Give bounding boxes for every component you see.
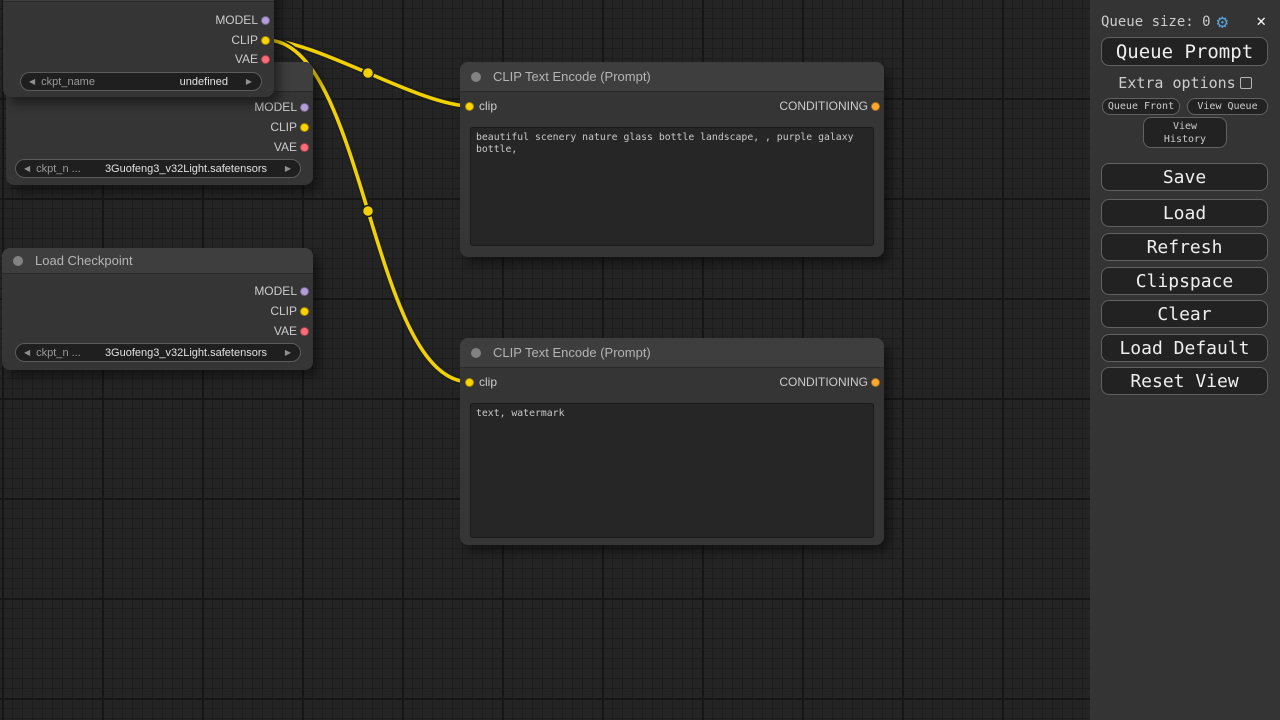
queue-prompt-button[interactable]: Queue Prompt	[1101, 37, 1268, 66]
clip-input-dot[interactable]	[465, 378, 474, 387]
output-port-clip: CLIP	[270, 117, 313, 137]
collapse-dot-icon[interactable]	[471, 348, 481, 358]
model-port-dot[interactable]	[261, 16, 270, 25]
port-label: MODEL	[254, 284, 297, 298]
clipspace-button[interactable]: Clipspace	[1101, 267, 1268, 295]
ckpt-name-combo-widget[interactable]: ◀ ckpt_n ... 3Guofeng3_v32Light.safetens…	[15, 159, 301, 178]
clip-port-dot[interactable]	[300, 123, 309, 132]
output-port-conditioning: CONDITIONING	[779, 372, 884, 392]
save-button[interactable]: Save	[1101, 163, 1268, 191]
combo-label: ckpt_name	[41, 76, 95, 88]
output-port-vae: VAE	[274, 321, 313, 341]
clear-button[interactable]: Clear	[1101, 300, 1268, 328]
node-title: CLIP Text Encode (Prompt)	[493, 345, 651, 360]
load-button[interactable]: Load	[1101, 199, 1268, 227]
port-label: MODEL	[254, 100, 297, 114]
port-label: VAE	[274, 324, 297, 338]
node-title: CLIP Text Encode (Prompt)	[493, 69, 651, 84]
combo-left-arrow-icon[interactable]: ◀	[24, 349, 30, 357]
port-label: clip	[479, 99, 497, 113]
view-history-line2: History	[1164, 133, 1206, 146]
positive-prompt-textarea[interactable]: beautiful scenery nature glass bottle la…	[470, 127, 874, 246]
conditioning-port-dot[interactable]	[871, 102, 880, 111]
queue-size-label: Queue size: 0	[1101, 14, 1211, 30]
output-port-vae: VAE	[235, 49, 274, 69]
port-label: CONDITIONING	[779, 375, 868, 389]
clip-port-dot[interactable]	[300, 307, 309, 316]
combo-right-arrow-icon[interactable]: ▶	[285, 165, 291, 173]
combo-right-arrow-icon[interactable]: ▶	[285, 349, 291, 357]
queue-front-button[interactable]: Queue Front	[1102, 98, 1180, 115]
clip-text-encode-positive-node[interactable]: CLIP Text Encode (Prompt) clip CONDITION…	[460, 62, 884, 257]
model-port-dot[interactable]	[300, 103, 309, 112]
view-history-button[interactable]: View History	[1143, 117, 1227, 148]
collapse-dot-icon[interactable]	[471, 72, 481, 82]
combo-left-arrow-icon[interactable]: ◀	[24, 165, 30, 173]
clip-text-encode-negative-node[interactable]: CLIP Text Encode (Prompt) clip CONDITION…	[460, 338, 884, 545]
output-port-model: MODEL	[254, 281, 313, 301]
combo-value: undefined	[180, 76, 228, 88]
load-default-button[interactable]: Load Default	[1101, 334, 1268, 362]
load-checkpoint-node[interactable]: Load Checkpoint MODEL CLIP VAE ◀ ckpt_n …	[2, 248, 313, 370]
load-checkpoint-node-top[interactable]: MODEL CLIP VAE ◀ ckpt_name undefined ▶	[3, 0, 274, 97]
reset-view-button[interactable]: Reset View	[1101, 367, 1268, 395]
combo-value: 3Guofeng3_v32Light.safetensors	[105, 347, 267, 359]
settings-gear-icon[interactable]: ⚙	[1217, 13, 1228, 32]
clip-input-dot[interactable]	[465, 102, 474, 111]
refresh-button[interactable]: Refresh	[1101, 233, 1268, 261]
output-port-model: MODEL	[254, 97, 313, 117]
node-title-bar[interactable]: CLIP Text Encode (Prompt)	[460, 62, 884, 92]
vae-port-dot[interactable]	[300, 327, 309, 336]
collapse-dot-icon[interactable]	[13, 256, 23, 266]
port-label: CLIP	[270, 304, 297, 318]
close-icon[interactable]: ✕	[1256, 11, 1266, 30]
combo-label: ckpt_n ...	[36, 347, 81, 359]
combo-value: 3Guofeng3_v32Light.safetensors	[105, 163, 267, 175]
port-label: CLIP	[270, 120, 297, 134]
port-label: CONDITIONING	[779, 99, 868, 113]
comfyui-menu-panel: Queue size: 0 ⚙ ✕ Queue Prompt Extra opt…	[1090, 0, 1280, 720]
extra-options-checkbox[interactable]	[1240, 77, 1252, 89]
conditioning-port-dot[interactable]	[871, 378, 880, 387]
output-port-vae: VAE	[274, 137, 313, 157]
combo-label: ckpt_n ...	[36, 163, 81, 175]
comfyui-canvas[interactable]: MODEL CLIP VAE ◀ ckpt_n ... 3Guofeng3_v3…	[0, 0, 1280, 720]
extra-options-label: Extra options	[1118, 74, 1235, 92]
output-port-clip: CLIP	[231, 30, 274, 50]
output-port-clip: CLIP	[270, 301, 313, 321]
input-port-clip: clip	[460, 96, 497, 116]
combo-left-arrow-icon[interactable]: ◀	[29, 78, 35, 86]
port-label: VAE	[235, 52, 258, 66]
combo-right-arrow-icon[interactable]: ▶	[246, 78, 252, 86]
input-port-clip: clip	[460, 372, 497, 392]
link-midpoint-dot[interactable]	[363, 68, 374, 79]
node-title-bar[interactable]	[3, 0, 274, 2]
clip-port-dot[interactable]	[261, 36, 270, 45]
extra-options-row: Extra options	[1090, 75, 1280, 91]
port-label: clip	[479, 375, 497, 389]
vae-port-dot[interactable]	[300, 143, 309, 152]
ckpt-name-combo-widget[interactable]: ◀ ckpt_n ... 3Guofeng3_v32Light.safetens…	[15, 343, 301, 362]
negative-prompt-textarea[interactable]: text, watermark	[470, 403, 874, 538]
port-label: VAE	[274, 140, 297, 154]
port-label: MODEL	[215, 13, 258, 27]
port-label: CLIP	[231, 33, 258, 47]
output-port-model: MODEL	[215, 10, 274, 30]
output-port-conditioning: CONDITIONING	[779, 96, 884, 116]
vae-port-dot[interactable]	[261, 55, 270, 64]
view-queue-button[interactable]: View Queue	[1187, 98, 1268, 115]
ckpt-name-combo-widget[interactable]: ◀ ckpt_name undefined ▶	[20, 72, 262, 91]
queue-status-row: Queue size: 0 ⚙ ✕	[1101, 11, 1272, 33]
node-title-bar[interactable]: Load Checkpoint	[2, 248, 313, 274]
node-title-bar[interactable]: CLIP Text Encode (Prompt)	[460, 338, 884, 368]
model-port-dot[interactable]	[300, 287, 309, 296]
link-midpoint-dot[interactable]	[363, 206, 374, 217]
view-history-line1: View	[1173, 120, 1197, 133]
node-title: Load Checkpoint	[35, 253, 133, 268]
